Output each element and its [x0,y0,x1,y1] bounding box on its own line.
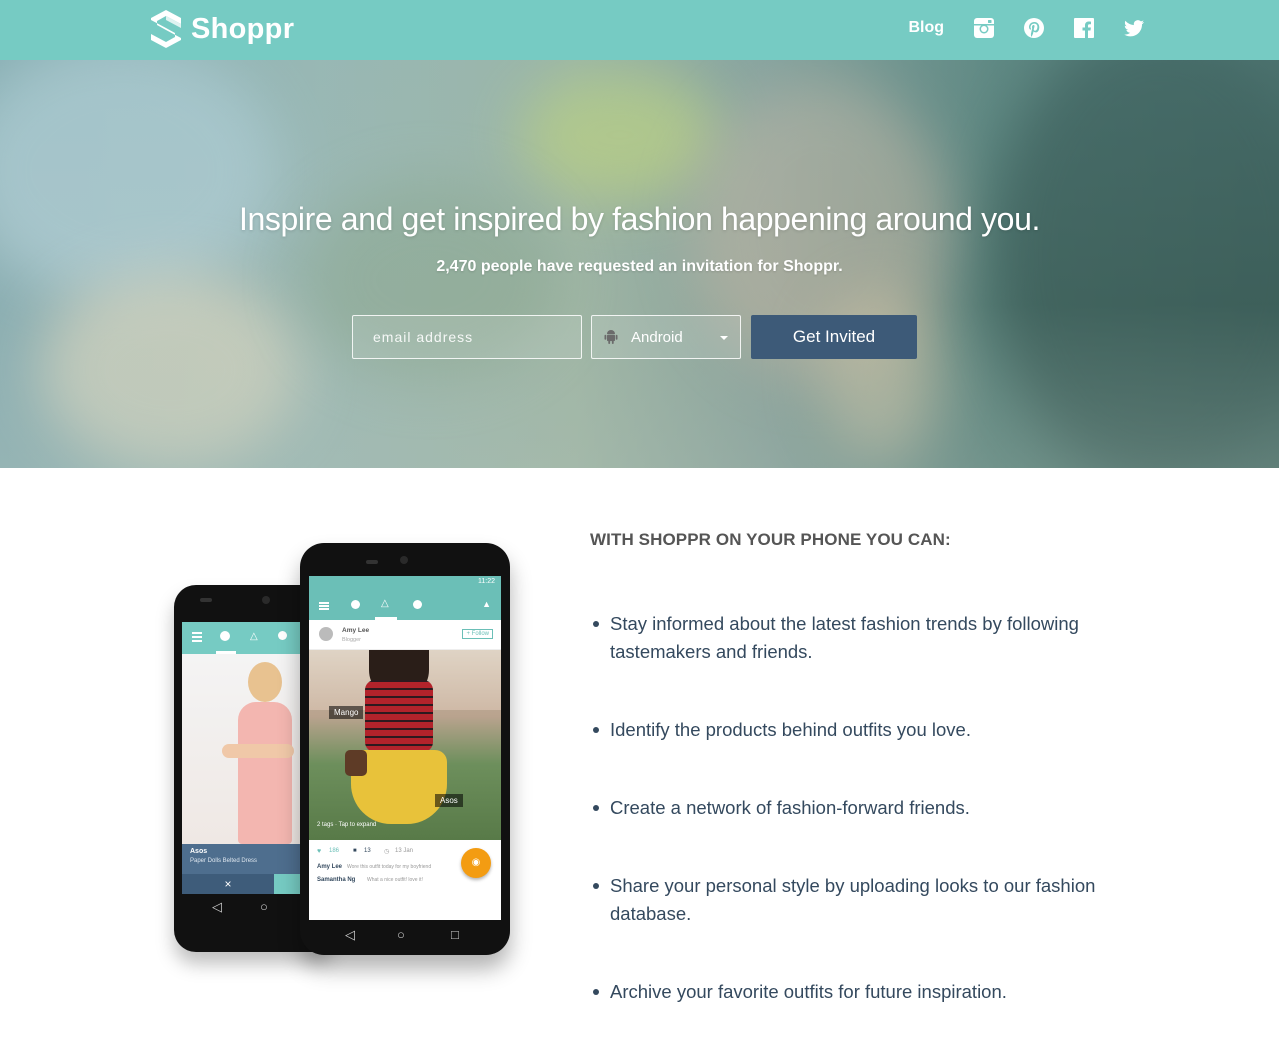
shoppr-logo-icon [151,10,181,48]
explore-icon [351,600,360,609]
follow-button[interactable]: + Follow [462,629,493,639]
model-head [248,662,282,702]
brand-name: Shoppr [191,12,295,45]
get-invited-button[interactable]: Get Invited [751,315,917,359]
phone-front: 11:22 △ ▲ Amy Lee Blogger + Follow Mango… [300,543,510,955]
comment-author: Samantha Ng [317,877,356,883]
plaid-shirt [365,680,433,752]
invitation-count: 2,470 people have requested an invitatio… [436,258,843,275]
handbag [345,750,367,776]
phone-speaker [200,598,212,602]
post-header: Amy Lee Blogger + Follow [309,620,501,650]
model-arms [222,744,294,758]
nav-blog-link[interactable]: Blog [908,19,944,37]
explore-icon [220,631,230,641]
hanger-icon: △ [381,598,389,609]
instagram-icon[interactable] [973,17,995,39]
tag-label[interactable]: Mango [329,706,364,719]
android-icon [604,330,618,344]
pinterest-icon[interactable] [1023,17,1045,39]
home-softkey-icon: ○ [397,927,405,942]
comment-text: What a nice outfit! love it! [367,877,423,883]
product-name: Paper Dolls Belted Dress [190,858,258,864]
phone-speaker [366,560,378,564]
twitter-icon[interactable] [1123,17,1145,39]
platform-selected-value: Android [631,328,683,346]
outfit-photo: Mango Asos 2 tags · Tap to expand [309,650,501,840]
email-input[interactable] [352,315,582,359]
app-toolbar: 11:22 △ ▲ [309,576,501,620]
tags-hint: 2 tags · Tap to expand [317,822,377,828]
avatar [319,627,333,641]
recents-softkey-icon: □ [451,927,459,942]
post-author-role: Blogger [342,637,361,643]
post-author: Amy Lee [342,627,370,634]
post-date: 13 Jan [395,848,414,854]
menu-icon [319,602,329,604]
home-softkey-icon: ○ [260,899,268,914]
feature-item: Identify the products behind outfits you… [590,716,1150,744]
like-count: 186 [329,848,340,854]
chevron-down-icon [720,336,728,340]
platform-select[interactable]: Android [591,315,741,359]
features-heading: WITH SHOPPR ON YOUR PHONE YOU CAN: [590,530,951,549]
phone-camera [262,596,270,604]
comment-icon[interactable]: ■ [353,848,357,854]
people-icon [278,631,287,640]
heart-icon[interactable]: ♥ [317,848,321,855]
status-time: 11:22 [478,578,495,585]
back-softkey-icon: ◁ [212,899,222,914]
feature-item: Share your personal style by uploading l… [590,872,1150,928]
people-icon [413,600,422,609]
comment-author: Amy Lee [317,864,343,870]
clock-icon: ◷ [384,849,390,855]
phone-camera [400,556,408,564]
product-brand: Asos [190,848,208,855]
top-navigation-bar: Shoppr Blog [0,0,1279,60]
notification-bell-icon: ▲ [482,599,491,609]
tag-label[interactable]: Asos [435,794,463,807]
pink-dress [238,702,292,844]
feature-item: Stay informed about the latest fashion t… [590,610,1150,666]
header-nav: Blog [908,17,1145,39]
comment-text: Wore this outfit today for my boyfriend [347,864,432,870]
hero-section: Inspire and get inspired by fashion happ… [0,60,1279,468]
back-softkey-icon: ◁ [345,927,355,942]
feature-item: Create a network of fashion-forward frie… [590,794,1150,822]
brand-logo[interactable]: Shoppr [150,9,294,49]
phone-front-screen: 11:22 △ ▲ Amy Lee Blogger + Follow Mango… [309,576,501,920]
feature-item: Archive your favorite outfits for future… [590,978,1150,1006]
dismiss-button[interactable]: × [182,874,274,894]
menu-icon [192,632,202,634]
facebook-icon[interactable] [1073,17,1095,39]
comment-count: 13 [364,848,371,854]
hanger-icon: △ [250,631,258,642]
hero-headline: Inspire and get inspired by fashion happ… [239,201,1040,237]
camera-fab-icon[interactable]: ◉ [461,848,491,878]
